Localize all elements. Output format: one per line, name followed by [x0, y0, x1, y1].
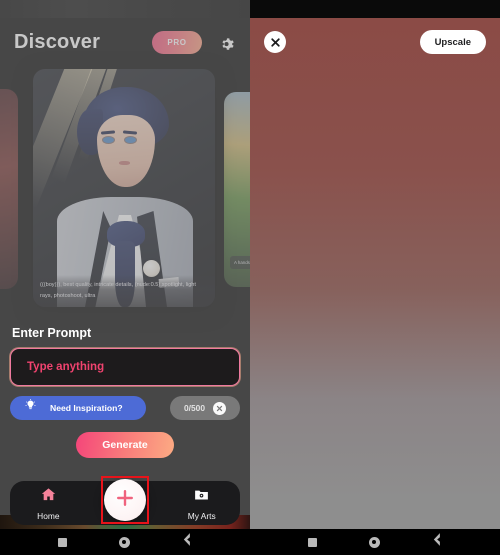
eye-left	[103, 137, 114, 143]
prompt-section-label: Enter Prompt	[12, 326, 92, 340]
discover-screen: Discover PRO A hands greenh	[0, 0, 250, 555]
status-bar	[250, 0, 500, 18]
close-icon[interactable]	[212, 401, 226, 415]
upscale-button[interactable]: Upscale	[419, 30, 486, 54]
tab-my-arts[interactable]: My Arts	[163, 481, 240, 525]
lightbulb-icon	[24, 399, 37, 417]
result-header: Upscale	[250, 26, 500, 58]
pro-badge-button[interactable]: PRO	[152, 30, 202, 54]
pro-badge-label: PRO	[167, 37, 187, 47]
system-navigation-bar	[250, 529, 500, 555]
square-icon[interactable]	[57, 537, 67, 547]
discover-carousel[interactable]: A hands greenh	[0, 67, 250, 312]
circle-icon[interactable]	[118, 536, 130, 548]
carousel-card-caption: A hands greenh	[230, 255, 250, 269]
char-counter-value: 0/500	[184, 403, 205, 413]
face-shape	[97, 115, 155, 187]
system-navigation-bar	[0, 529, 250, 555]
create-button[interactable]	[104, 479, 146, 521]
result-screen: Upscale Copy&Edit	[250, 0, 500, 555]
dual-screenshot: Discover PRO A hands greenh	[0, 0, 500, 555]
close-icon[interactable]	[264, 31, 286, 53]
eye-right	[125, 137, 136, 143]
prompt-input-placeholder: Type anything	[27, 361, 105, 373]
tab-home-label: Home	[37, 510, 60, 521]
carousel-card-caption: (((boy))), best quality, intricate detai…	[33, 275, 215, 307]
generate-button[interactable]: Generate	[76, 432, 174, 458]
prompt-input[interactable]: Type anything	[10, 348, 240, 386]
square-icon[interactable]	[307, 537, 317, 547]
app-header: Discover PRO	[0, 22, 250, 62]
prompt-tools-row: Need Inspiration? 0/500	[10, 396, 240, 420]
home-icon	[40, 486, 57, 508]
generate-button-label: Generate	[102, 439, 148, 451]
gear-icon[interactable]	[216, 32, 236, 52]
plus-icon	[114, 487, 136, 514]
circle-icon[interactable]	[368, 536, 380, 548]
carousel-card-previous[interactable]	[0, 89, 18, 289]
upscale-button-label: Upscale	[434, 36, 471, 48]
status-bar	[0, 0, 250, 18]
lips-shape	[119, 161, 130, 165]
need-inspiration-button[interactable]: Need Inspiration?	[10, 396, 146, 420]
page-title: Discover	[14, 30, 101, 53]
chevron-left-icon[interactable]	[182, 533, 193, 551]
carousel-card-next[interactable]: A hands greenh	[224, 92, 250, 287]
folder-photo-icon	[193, 486, 210, 508]
carousel-card-active[interactable]: (((boy))), best quality, intricate detai…	[33, 69, 215, 307]
prompt-section: Enter Prompt Type anything Need Inspirat…	[0, 312, 250, 458]
tab-my-arts-label: My Arts	[187, 510, 216, 521]
tab-home[interactable]: Home	[10, 481, 87, 525]
char-counter-pill: 0/500	[170, 396, 240, 420]
chevron-left-icon[interactable]	[432, 533, 443, 551]
need-inspiration-label: Need Inspiration?	[50, 403, 123, 413]
